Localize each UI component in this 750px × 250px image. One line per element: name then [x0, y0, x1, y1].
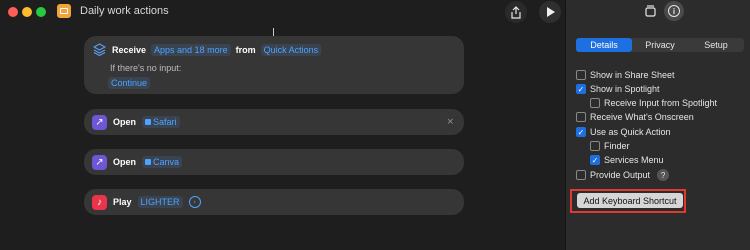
checkbox-checked[interactable]: ✓ [576, 84, 586, 94]
checkbox[interactable] [576, 170, 586, 180]
checkbox[interactable] [590, 98, 600, 108]
checkbox[interactable] [590, 141, 600, 151]
receive-action-card[interactable]: Receive Apps and 18 more from Quick Acti… [84, 36, 464, 94]
editor-pane: Daily work actions Receive Apps and 18 m… [0, 0, 565, 250]
option-services-menu[interactable]: ✓ Services Menu [590, 155, 664, 165]
option-label: Use as Quick Action [590, 127, 671, 137]
remove-action-icon[interactable]: ✕ [446, 117, 454, 128]
receive-verb: Receive [112, 44, 147, 55]
app-param-label: Safari [153, 117, 177, 127]
no-input-label: If there's no input: [110, 63, 182, 73]
app-param-token[interactable]: Safari [142, 116, 180, 128]
open-app-icon: ↗ [92, 154, 107, 170]
option-finder[interactable]: Finder [590, 141, 630, 151]
chevron-right-circle-icon[interactable]: › [188, 196, 201, 208]
library-icon [645, 5, 656, 17]
open-verb: Open [113, 117, 137, 127]
input-source-token[interactable]: Quick Actions [260, 43, 322, 56]
option-label: Finder [604, 141, 630, 151]
info-icon: i [668, 5, 680, 17]
open-verb: Open [113, 157, 137, 167]
library-button[interactable] [644, 4, 658, 18]
canva-icon [145, 159, 152, 165]
music-param-token[interactable]: LIGHTER [137, 196, 183, 208]
no-input-behavior-token[interactable]: Continue [108, 77, 151, 89]
option-label: Receive What's Onscreen [590, 112, 694, 122]
option-provide-output[interactable]: Provide Output ? [576, 169, 670, 181]
option-label: Show in Share Sheet [590, 70, 675, 80]
play-icon [547, 7, 555, 17]
share-button[interactable] [505, 1, 527, 23]
open-safari-action-card[interactable]: ↗ Open Safari ✕ [84, 109, 464, 135]
option-show-in-spotlight[interactable]: ✓ Show in Spotlight [576, 84, 660, 94]
option-label: Show in Spotlight [590, 84, 660, 94]
add-keyboard-shortcut-button[interactable]: Add Keyboard Shortcut [577, 193, 683, 208]
from-label: from [235, 44, 256, 55]
input-types-token[interactable]: Apps and 18 more [151, 43, 231, 56]
music-note-icon: ♪ [92, 194, 107, 210]
open-app-icon: ↗ [92, 114, 107, 130]
option-label: Receive Input from Spotlight [604, 98, 718, 108]
app-param-label: Canva [153, 157, 180, 167]
option-receive-input-from-spotlight[interactable]: Receive Input from Spotlight [590, 98, 717, 108]
minimize-window-button[interactable] [22, 7, 32, 17]
tab-details[interactable]: Details [576, 38, 632, 52]
details-tab-bar: Details Privacy Setup [576, 38, 744, 52]
app-param-token[interactable]: Canva [142, 156, 183, 168]
play-verb: Play [113, 197, 132, 207]
close-window-button[interactable] [8, 7, 18, 17]
checkbox[interactable] [576, 70, 586, 80]
zoom-window-button[interactable] [36, 7, 46, 17]
tab-privacy[interactable]: Privacy [632, 38, 688, 52]
shortcut-app-icon[interactable] [57, 4, 71, 18]
checkbox-checked[interactable]: ✓ [590, 155, 600, 165]
option-show-in-share-sheet[interactable]: Show in Share Sheet [576, 70, 675, 80]
open-canva-action-card[interactable]: ↗ Open Canva [84, 149, 464, 175]
checkbox-checked[interactable]: ✓ [576, 127, 586, 137]
option-receive-whats-onscreen[interactable]: Receive What's Onscreen [576, 112, 694, 122]
option-use-as-quick-action[interactable]: ✓ Use as Quick Action [576, 127, 671, 137]
tab-setup[interactable]: Setup [688, 38, 744, 52]
option-label: Services Menu [604, 155, 664, 165]
safari-icon [145, 119, 152, 125]
play-music-action-card[interactable]: ♪ Play LIGHTER › [84, 189, 464, 215]
run-button[interactable] [539, 1, 561, 23]
checkbox[interactable] [576, 112, 586, 122]
window-title[interactable]: Daily work actions [80, 5, 169, 17]
option-label: Provide Output [590, 170, 651, 180]
info-button[interactable]: i [664, 1, 684, 21]
layers-icon [92, 42, 107, 57]
share-icon [511, 5, 521, 19]
help-icon[interactable]: ? [657, 169, 670, 181]
